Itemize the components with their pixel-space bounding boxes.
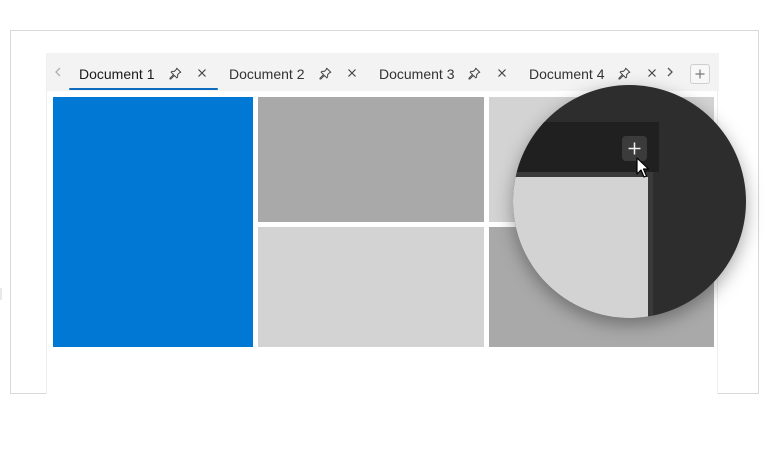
pin-icon[interactable] <box>466 65 482 81</box>
panel-blue[interactable] <box>53 97 253 347</box>
tab-document-3[interactable]: Document 3 <box>369 57 518 90</box>
tab-document-2[interactable]: Document 2 <box>219 57 368 90</box>
tab-label: Document 1 <box>79 66 155 82</box>
add-tab-button[interactable] <box>690 64 710 84</box>
plus-icon <box>695 69 705 79</box>
plus-icon <box>628 142 641 155</box>
panel-bottom-middle[interactable] <box>258 227 484 347</box>
outer-edge-fragment <box>0 288 2 300</box>
chevron-right-icon <box>667 67 673 77</box>
pin-icon[interactable] <box>616 65 632 81</box>
tab-label: Document 3 <box>379 66 455 82</box>
close-icon[interactable] <box>494 65 510 81</box>
zoom-magnifier <box>513 85 746 318</box>
tab-document-1[interactable]: Document 1 <box>69 57 218 90</box>
panel-top-middle[interactable] <box>258 97 484 222</box>
pin-icon[interactable] <box>167 65 183 81</box>
active-tab-indicator <box>69 88 218 90</box>
scroll-right-button[interactable] <box>661 63 679 81</box>
tab-label: Document 4 <box>529 66 605 82</box>
pin-icon[interactable] <box>317 65 333 81</box>
tab-label: Document 2 <box>229 66 305 82</box>
magnified-panel <box>513 172 653 318</box>
mouse-pointer-icon <box>636 157 650 178</box>
close-icon[interactable] <box>644 65 660 81</box>
close-icon[interactable] <box>344 65 360 81</box>
chevron-left-icon <box>55 67 61 77</box>
scroll-left-button[interactable] <box>49 63 67 81</box>
close-icon[interactable] <box>194 65 210 81</box>
